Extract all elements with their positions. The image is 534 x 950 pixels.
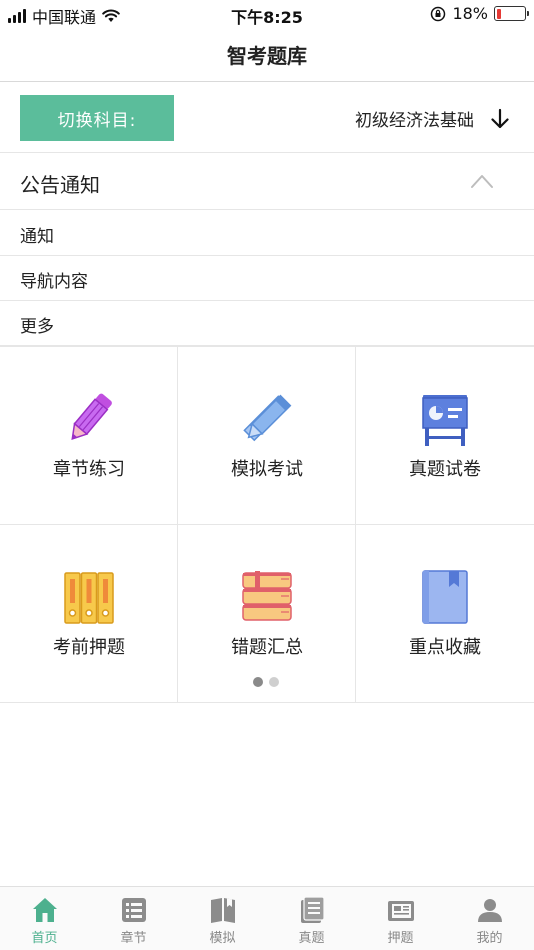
tab-bar: 首页 章节 模拟 真题 押题 我的 <box>0 886 534 950</box>
tab-label: 我的 <box>476 931 503 946</box>
document-icon <box>300 896 325 923</box>
tab-label: 押题 <box>387 931 414 946</box>
chevron-up-icon[interactable] <box>470 171 494 191</box>
grid-item-label: 章节练习 <box>53 459 125 480</box>
notice-header[interactable]: 公告通知 <box>0 154 534 210</box>
tab-past-papers[interactable]: 真题 <box>267 887 356 950</box>
ruler-pencil-icon <box>243 394 292 442</box>
page-dot-active[interactable] <box>253 677 263 687</box>
grid-item-final-predictions[interactable]: 考前押题 <box>0 525 178 703</box>
tab-label: 首页 <box>31 931 58 946</box>
rotation-lock-icon <box>431 6 446 21</box>
status-right: 18% <box>430 4 529 23</box>
presentation-board-icon <box>422 395 468 446</box>
home-icon <box>32 898 57 922</box>
newspaper-icon <box>387 901 414 921</box>
nav-bar: 智考题库 <box>0 28 534 82</box>
notice-item[interactable]: 通知 <box>0 211 534 256</box>
notice-item-label: 导航内容 <box>20 272 88 292</box>
page-dot[interactable] <box>269 677 279 687</box>
arrow-down-icon[interactable] <box>488 107 512 131</box>
grid-item-label: 考前押题 <box>53 637 125 658</box>
grid-item-past-papers[interactable]: 真题试卷 <box>356 347 534 525</box>
tab-label: 真题 <box>298 931 325 946</box>
binders-icon <box>64 572 114 624</box>
user-icon <box>477 899 502 922</box>
grid-item-label: 模拟考试 <box>231 459 303 480</box>
book-open-icon <box>210 898 235 923</box>
tab-predictions[interactable]: 押题 <box>356 887 445 950</box>
current-subject[interactable]: 初级经济法基础 <box>355 106 474 131</box>
tab-mock[interactable]: 模拟 <box>178 887 267 950</box>
grid-item-key-favorites[interactable]: 重点收藏 <box>356 525 534 703</box>
notice-item[interactable]: 导航内容 <box>0 256 534 301</box>
list-icon <box>121 898 146 922</box>
tab-me[interactable]: 我的 <box>445 887 534 950</box>
pencil-icon <box>71 393 112 441</box>
page-title: 智考题库 <box>227 44 307 68</box>
tab-chapters[interactable]: 章节 <box>89 887 178 950</box>
battery-icon <box>494 6 529 21</box>
battery-percent: 18% <box>452 4 488 23</box>
status-bar: 中国联通 下午8:25 18% <box>0 0 534 28</box>
notice-item-label: 更多 <box>20 317 54 337</box>
page-indicator[interactable] <box>253 677 279 687</box>
grid-item-chapter-practice[interactable]: 章节练习 <box>0 347 178 525</box>
tab-label: 章节 <box>120 931 147 946</box>
switch-subject-button[interactable]: 切换科目: <box>20 95 174 141</box>
feature-grid: 章节练习 模拟考试 真题试卷 考前押题 错题汇总 重点收藏 <box>0 346 534 703</box>
subject-row: 切换科目: 初级经济法基础 <box>0 83 534 153</box>
battery-level <box>496 8 502 19</box>
grid-item-label: 重点收藏 <box>409 637 481 658</box>
grid-item-label: 错题汇总 <box>231 637 303 658</box>
notice-item-label: 通知 <box>20 227 54 247</box>
bookmark-book-icon <box>422 570 468 624</box>
grid-item-label: 真题试卷 <box>409 459 481 480</box>
notice-item[interactable]: 更多 <box>0 301 534 346</box>
books-stack-icon <box>242 571 292 621</box>
grid-item-mock-exam[interactable]: 模拟考试 <box>178 347 356 525</box>
notice-title: 公告通知 <box>20 173 100 197</box>
tab-home[interactable]: 首页 <box>0 887 89 950</box>
tab-label: 模拟 <box>209 931 236 946</box>
